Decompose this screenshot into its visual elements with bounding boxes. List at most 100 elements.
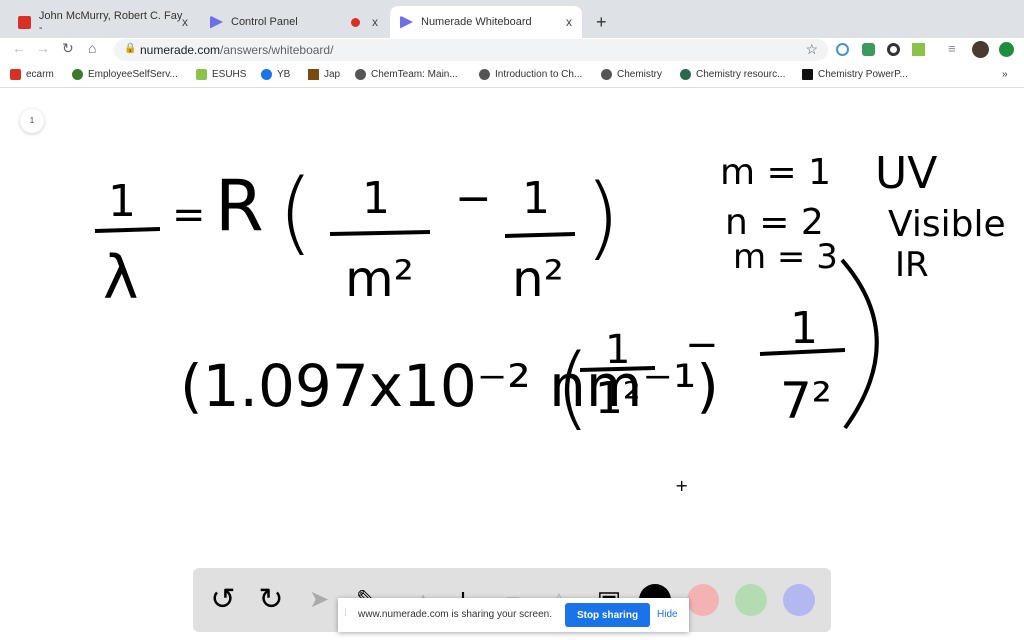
tab-control-panel[interactable]: Control Panel x (200, 6, 388, 38)
color-swatch-blue[interactable] (783, 584, 815, 616)
hide-button[interactable]: Hide (657, 609, 678, 620)
fraction2-numerator: 1 (790, 303, 818, 354)
star-icon[interactable]: ☆ (805, 41, 818, 58)
reading-list-icon[interactable]: ≡ (948, 41, 956, 56)
right-paren: ) (585, 165, 620, 270)
whiteboard-canvas[interactable]: 1 λ = R ( 1 m² − 1 n² ) m = 1 UV n = 2 V… (0, 88, 1024, 640)
bookmark[interactable]: ecarm (10, 69, 54, 80)
extension-icon[interactable] (912, 43, 925, 56)
fraction-bar (329, 230, 431, 236)
bookmark[interactable]: Chemistry PowerP... (802, 69, 908, 80)
screen-sharing-bar: ⁞ www.numerade.com is sharing your scree… (338, 598, 689, 632)
bookmark-label: Chemistry (617, 69, 663, 80)
color-swatch-green[interactable] (735, 584, 767, 616)
big-right-paren (840, 258, 879, 430)
bookmark-icon (72, 69, 83, 80)
bookmark-label: Chemistry PowerP... (818, 69, 908, 80)
undo-icon[interactable]: ↺ (205, 582, 241, 618)
fraction-bar (759, 348, 846, 356)
url-input[interactable]: 🔒 numerade.com/answers/whiteboard/ ☆ (114, 39, 828, 61)
color-swatch-red[interactable] (687, 584, 719, 616)
equation-rydberg: 1 λ = R ( 1 m² − 1 n² ) (94, 160, 620, 313)
bookmark-icon (10, 69, 21, 80)
bookmark[interactable]: ChemTeam: Main... (355, 69, 458, 80)
bookmark[interactable]: Chemistry (601, 69, 662, 80)
recording-icon (351, 17, 360, 27)
avatar[interactable] (972, 41, 989, 58)
rydberg-constant: R (215, 165, 264, 247)
extension-icon[interactable] (887, 43, 900, 56)
fraction1-denominator: 1² (595, 373, 641, 424)
bookmark[interactable]: Chemistry resourc... (680, 69, 785, 80)
bookmark[interactable]: EmployeeSelfServ... (72, 69, 178, 80)
bookmark-icon (261, 69, 272, 80)
extension-icon[interactable] (836, 43, 849, 56)
minus-sign: − (685, 322, 719, 368)
address-bar-row: ← → ↻ ⌂ 🔒 numerade.com/answers/whiteboard… (0, 38, 1024, 62)
bookmark[interactable]: YB (261, 69, 290, 80)
url-path: /answers/whiteboard/ (220, 43, 334, 57)
note-eq: m = 1 (720, 152, 831, 193)
left-paren: ( (555, 335, 590, 440)
bookmark-label: Chemistry resourc... (696, 69, 786, 80)
bookmark-label: ChemTeam: Main... (371, 69, 458, 80)
bookmark-icon (802, 69, 813, 80)
fraction-bar (579, 366, 656, 372)
url-host: numerade.com (140, 43, 221, 57)
forward-icon[interactable]: → (36, 40, 50, 56)
bookmark-icon (680, 69, 691, 80)
bookmark-label: ESUHS (212, 69, 247, 80)
note-label: UV (875, 148, 937, 199)
extension-shield-icon[interactable] (862, 43, 875, 56)
redo-icon[interactable]: ↻ (253, 582, 289, 618)
pdf-icon (18, 15, 31, 29)
tab-bar: John McMurry, Robert C. Fay -x Control P… (0, 0, 1024, 38)
tab-label: Control Panel (231, 16, 298, 28)
select-pointer-icon[interactable]: ➤ (301, 582, 337, 618)
note-eq: m = 3 (733, 237, 838, 277)
fraction1-numerator: 1 (362, 173, 390, 224)
globe-icon (601, 69, 612, 80)
bookmark-icon (308, 69, 319, 80)
bookmark[interactable]: Introduction to Ch... (479, 69, 582, 80)
minus-sign: − (455, 173, 492, 224)
note-label: IR (895, 245, 929, 285)
close-tab-icon[interactable]: x (566, 15, 572, 29)
tab-label: Numerade Whiteboard (421, 16, 532, 28)
bookmark-label: ecarm (26, 69, 54, 80)
tab-pdf[interactable]: John McMurry, Robert C. Fay -x (8, 6, 198, 38)
drag-handle-icon[interactable]: ⁞ (344, 608, 347, 619)
globe-icon (355, 69, 366, 80)
lhs-denominator: λ (103, 243, 139, 313)
numerade-icon (400, 15, 413, 29)
bookmark-label: EmployeeSelfServ... (88, 69, 178, 80)
sharing-message: www.numerade.com is sharing your screen. (358, 609, 552, 620)
fraction1-numerator: 1 (605, 327, 630, 373)
bookmark[interactable]: Jap (308, 69, 340, 80)
fraction2-denominator: n² (512, 250, 564, 308)
transition-notes: m = 1 UV n = 2 Visible m = 3 IR (720, 148, 1006, 285)
bookmark[interactable]: ESUHS (196, 69, 246, 80)
page-indicator[interactable]: 1 (20, 109, 44, 133)
close-tab-icon[interactable]: x (182, 15, 188, 29)
back-icon[interactable]: ← (12, 40, 26, 56)
home-icon[interactable]: ⌂ (88, 40, 96, 56)
update-icon[interactable] (999, 42, 1014, 57)
fraction-bar (94, 227, 161, 233)
reload-icon[interactable]: ↻ (62, 40, 74, 57)
lock-icon: 🔒 (124, 43, 137, 54)
bookmark-label: Jap (324, 69, 341, 80)
left-paren: ( (278, 160, 313, 265)
fraction1-denominator: m² (345, 250, 414, 308)
bookmark-label: YB (277, 69, 291, 80)
stop-sharing-button[interactable]: Stop sharing (565, 603, 650, 627)
bookmark-label: Introduction to Ch... (495, 69, 583, 80)
bookmark-icon (196, 69, 207, 80)
tab-numerade-whiteboard[interactable]: Numerade Whiteboard x (390, 6, 582, 38)
new-tab-button[interactable]: + (586, 6, 617, 38)
fraction2-denominator: 7² (780, 372, 832, 430)
bookmarks-overflow[interactable]: » (1002, 69, 1008, 80)
note-label: Visible (888, 204, 1006, 245)
close-tab-icon[interactable]: x (372, 15, 378, 29)
lhs-numerator: 1 (108, 176, 136, 227)
